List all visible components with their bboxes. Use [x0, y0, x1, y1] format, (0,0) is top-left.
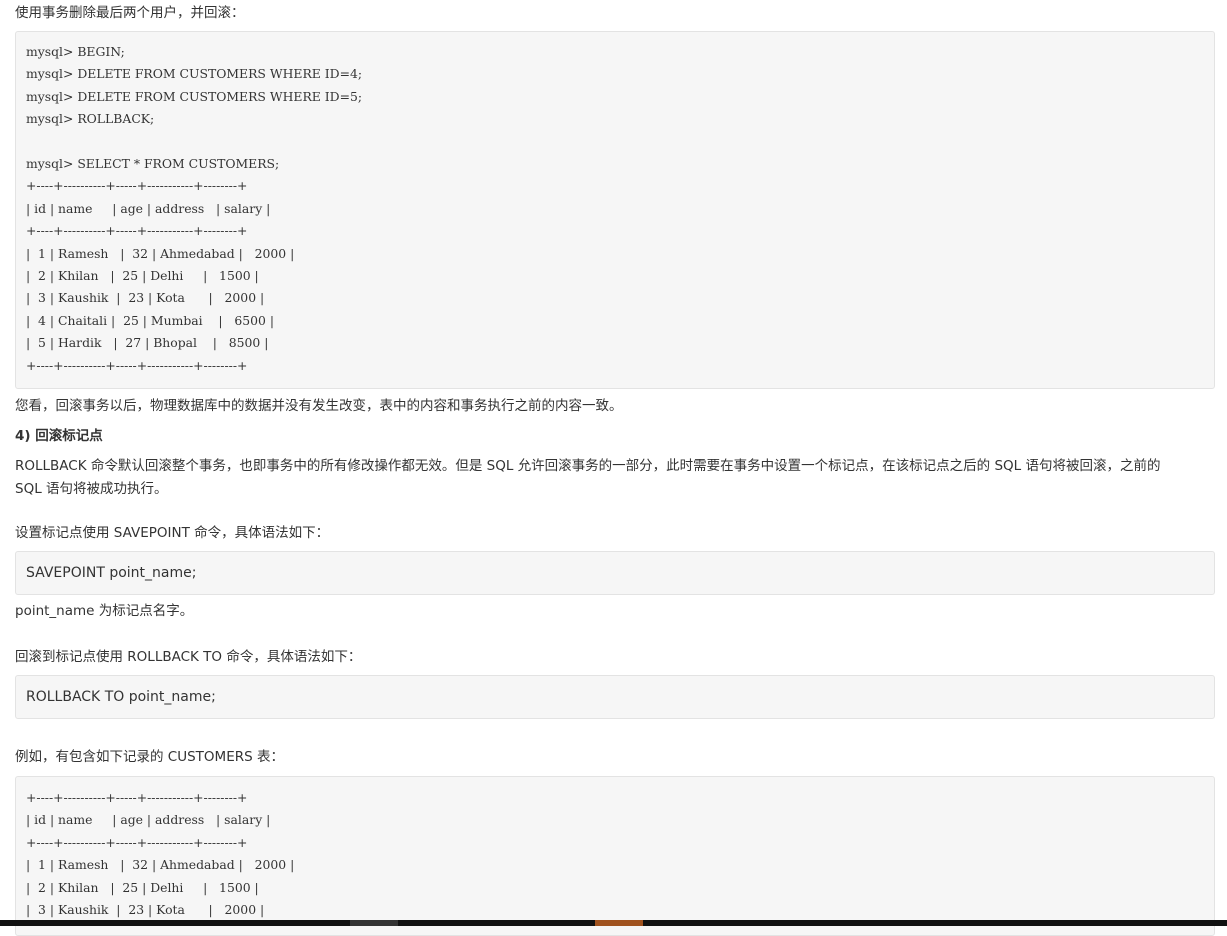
code-rollback-demo: mysql> BEGIN; mysql> DELETE FROM CUSTOME… — [26, 44, 363, 373]
after-rollback-text: 您看，回滚事务以后，物理数据库中的数据并没有发生改变，表中的内容和事务执行之前的… — [15, 398, 623, 414]
bottom-bar-accent — [595, 920, 643, 926]
code-customers-table: +----+----------+-----+-----------+-----… — [26, 790, 295, 918]
point-name-note: point_name 为标记点名字。 — [15, 603, 194, 619]
section-desc-line-1: ROLLBACK 命令默认回滚整个事务，也即事务中的所有修改操作都无效。但是 S… — [15, 458, 1161, 474]
rollback-to-syntax: ROLLBACK TO point_name; — [26, 689, 216, 705]
code-block-customers: +----+----------+-----+-----------+-----… — [15, 776, 1215, 936]
rollback-to-intro: 回滚到标记点使用 ROLLBACK TO 命令，具体语法如下： — [15, 649, 362, 665]
intro-text: 使用事务删除最后两个用户，并回滚： — [15, 5, 245, 21]
savepoint-syntax-block: SAVEPOINT point_name; — [15, 551, 1215, 595]
section-heading: 4) 回滚标记点 — [15, 428, 103, 444]
example-intro: 例如，有包含如下记录的 CUSTOMERS 表： — [15, 749, 284, 765]
bottom-bar-segment — [350, 920, 398, 926]
savepoint-intro: 设置标记点使用 SAVEPOINT 命令，具体语法如下： — [15, 525, 330, 541]
rollback-to-syntax-block: ROLLBACK TO point_name; — [15, 675, 1215, 719]
code-block-rollback-demo: mysql> BEGIN; mysql> DELETE FROM CUSTOME… — [15, 31, 1215, 389]
section-desc-line-2: SQL 语句将被成功执行。 — [15, 481, 168, 497]
savepoint-syntax: SAVEPOINT point_name; — [26, 565, 197, 581]
